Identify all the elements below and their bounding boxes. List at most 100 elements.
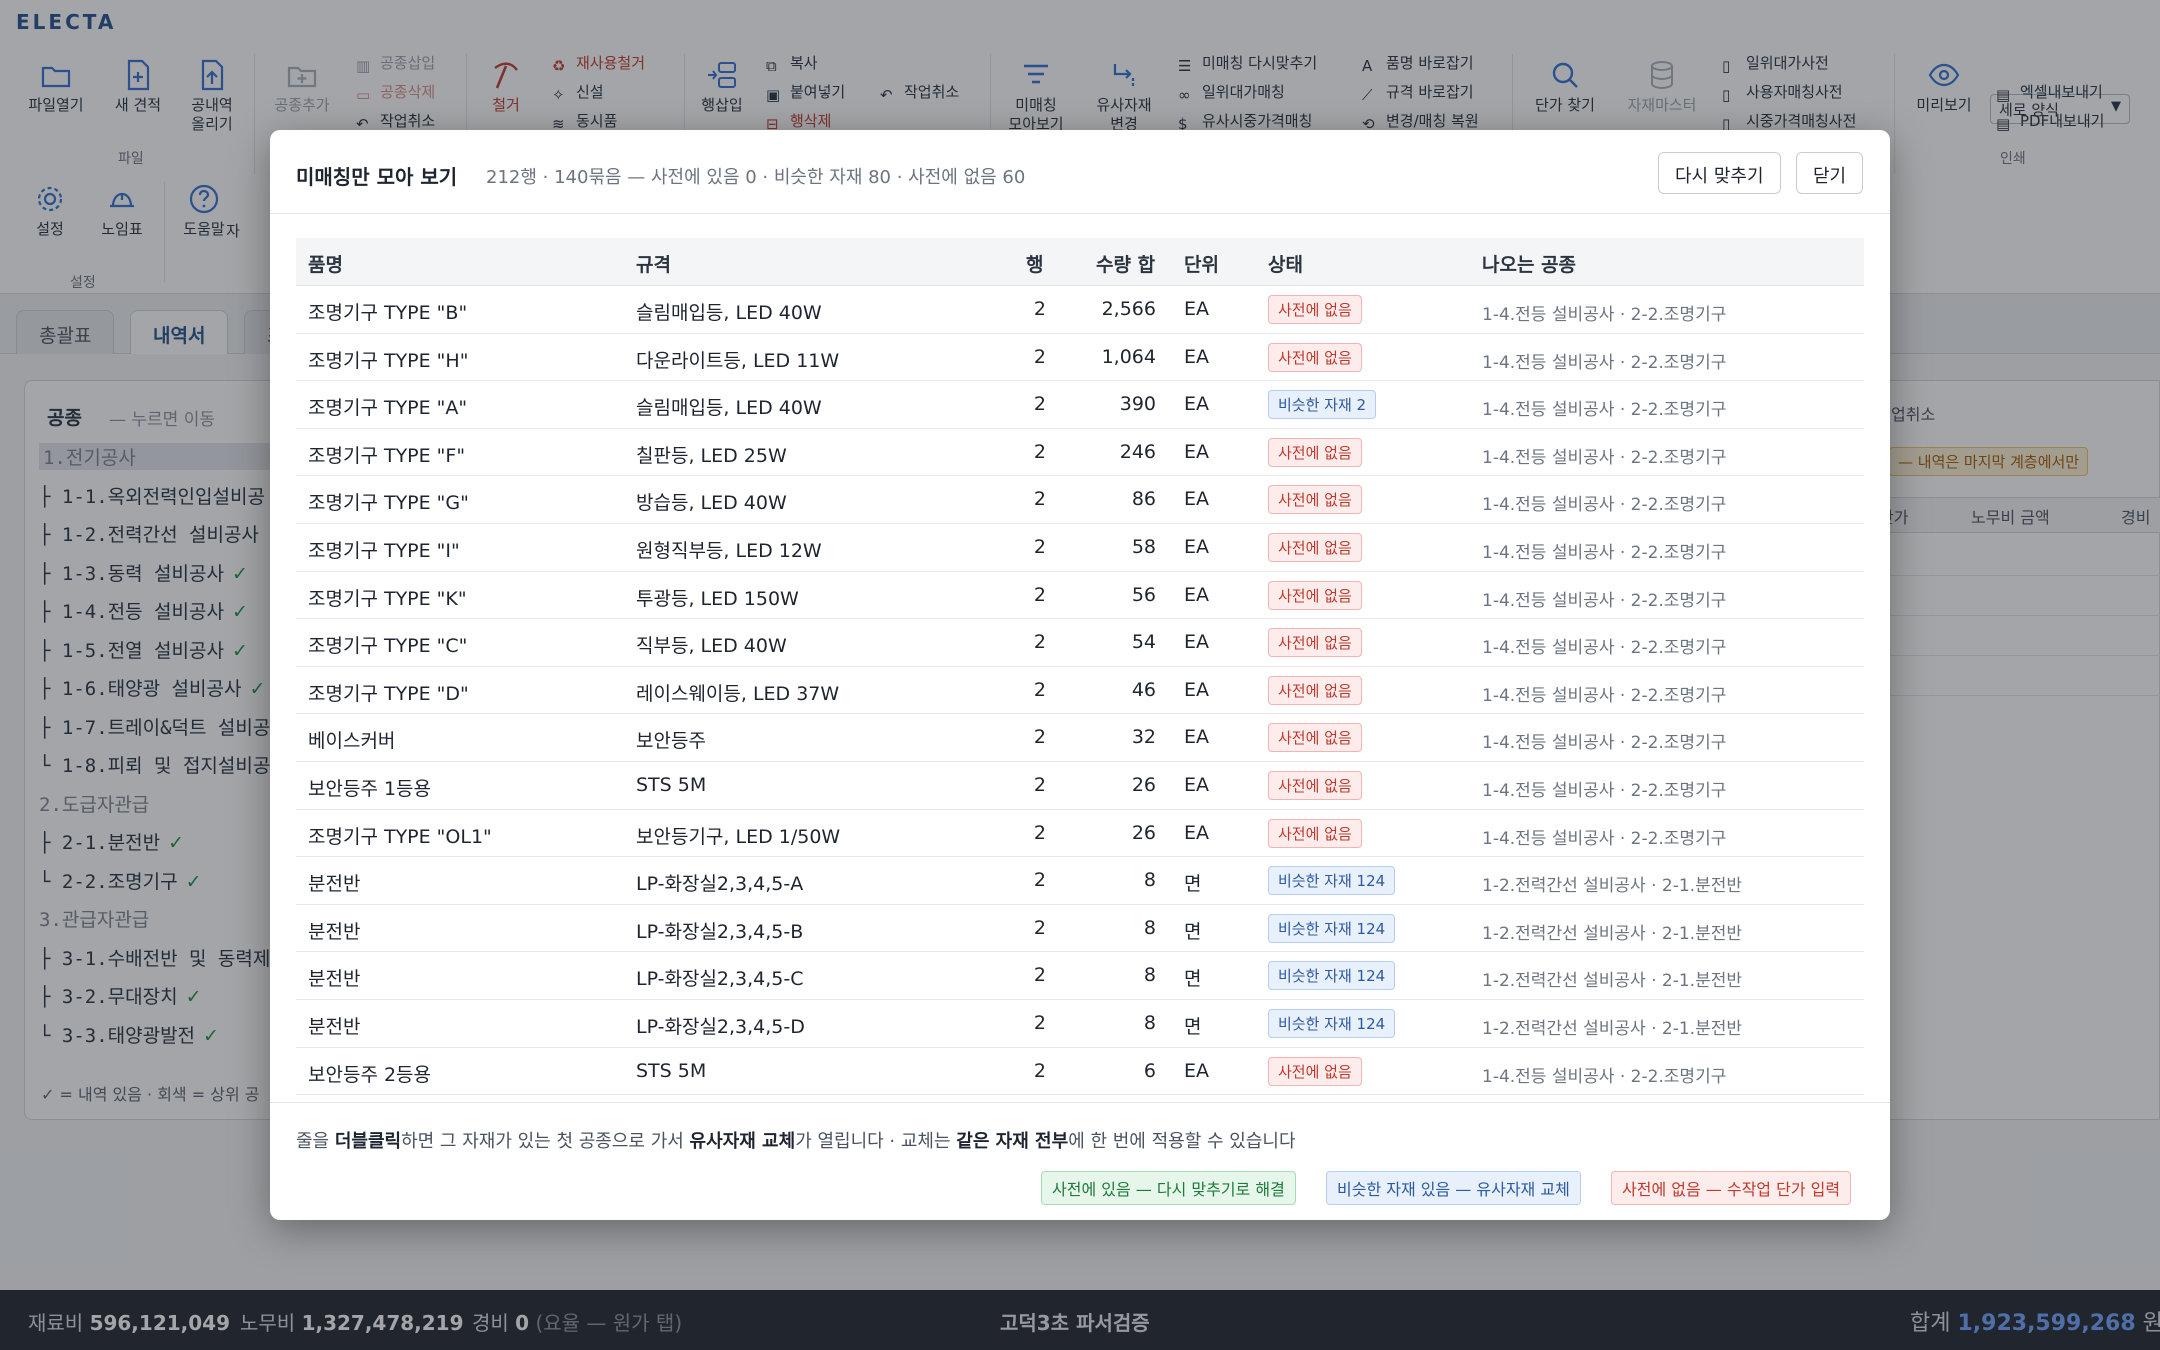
table-row[interactable]: 조명기구 TYPE "B" 슬림매입등, LED 40W 2 2,566 EA 사전에 없…: [296, 286, 1864, 334]
status-badge: 사전에 없음: [1268, 628, 1362, 658]
cell-qty: 58: [1131, 536, 1156, 558]
status-badge: 사전에 없음: [1268, 342, 1362, 372]
status-badge: 사전에 없음: [1268, 1056, 1362, 1086]
cell-source: 1-2.전력간선 설비공사 · 2-1.분전반: [1482, 971, 1742, 992]
dialog-summary: 212행 · 140묶음 — 사전에 있음 0 · 비슷한 자재 80 · 사전…: [486, 167, 1026, 188]
table-row[interactable]: 보안등주 2등용 STS 5M 2 6 EA 사전에 없음 1-4.전등 설비공사 · 2-…: [296, 1048, 1864, 1096]
cell-rows: 2: [1033, 916, 1046, 939]
cell-qty: 2,566: [1101, 298, 1156, 320]
table-row[interactable]: 조명기구 TYPE "C" 직부등, LED 40W 2 54 EA 사전에 없음 1-4.…: [296, 619, 1864, 667]
cell-source: 1-4.전등 설비공사 · 2-2.조명기구: [1482, 495, 1727, 516]
cell-qty: 26: [1131, 774, 1156, 796]
status-badge: 사전에 없음: [1268, 533, 1362, 562]
cell-spec: STS 5M: [636, 774, 707, 796]
cell-rows: 2: [1033, 678, 1046, 701]
cell-name: 조명기구 TYPE "D": [308, 682, 469, 705]
cell-spec: 보안등주: [636, 730, 706, 753]
cell-rows: 2: [1033, 869, 1046, 892]
table-header: 품명 규격 행 수량 합 단위 상태 나오는 공종: [296, 238, 1864, 286]
cell-unit: 면: [1184, 920, 1202, 943]
col-source: 나오는 공종: [1482, 254, 1577, 276]
table-row[interactable]: 분전반 LP-화장실2,3,4,5-D 2 8 면 비슷한 자재 124 1-2.전력간선 …: [296, 1000, 1864, 1048]
cell-unit: EA: [1184, 631, 1210, 654]
cell-spec: 방습등, LED 40W: [636, 492, 787, 515]
cell-spec: 보안등기구, LED 1/50W: [636, 825, 841, 848]
cell-name: 조명기구 TYPE "A": [308, 397, 468, 420]
cell-source: 1-4.전등 설비공사 · 2-2.조명기구: [1482, 781, 1727, 801]
table-row[interactable]: 조명기구 TYPE "I" 원형직부등, LED 12W 2 58 EA 사전에 없음 1-…: [296, 524, 1864, 572]
table-row[interactable]: 분전반 LP-화장실2,3,4,5-B 2 8 면 비슷한 자재 124 1-2.전력간선 …: [296, 905, 1864, 953]
table-row[interactable]: 조명기구 TYPE "F" 칠판등, LED 25W 2 246 EA 사전에 없음 1-4…: [296, 429, 1864, 477]
table-row[interactable]: 조명기구 TYPE "D" 레이스웨이등, LED 37W 2 46 EA 사전에 없음 1…: [296, 667, 1864, 715]
cell-source: 1-4.전등 설비공사 · 2-2.조명기구: [1482, 638, 1727, 659]
table-row[interactable]: 보안등주 1등용 STS 5M 2 26 EA 사전에 없음 1-4.전등 설비공사 · 2…: [296, 762, 1864, 810]
close-button[interactable]: 닫기: [1796, 152, 1864, 194]
table-row[interactable]: 조명기구 TYPE "OL1" 보안등기구, LED 1/50W 2 26 EA 사전에 …: [296, 810, 1864, 858]
cell-unit: EA: [1184, 1059, 1210, 1082]
table-row[interactable]: 베이스커버 보안등주 2 32 EA 사전에 없음 1-4.전등 설비공사 · 2-2.조명…: [296, 714, 1864, 762]
cell-qty: 26: [1131, 821, 1156, 844]
cell-spec: 다운라이트등, LED 11W: [636, 349, 840, 372]
cell-rows: 2: [1033, 393, 1046, 416]
col-status: 상태: [1268, 254, 1303, 276]
cell-source: 1-2.전력간선 설비공사 · 2-1.분전반: [1482, 1019, 1742, 1039]
cell-rows: 2: [1033, 440, 1046, 463]
cell-name: 조명기구 TYPE "K": [308, 587, 467, 610]
footer-text-1: 줄을: [296, 1131, 335, 1152]
cell-qty: 8: [1143, 1012, 1156, 1034]
cell-rows: 2: [1033, 964, 1046, 987]
table-row[interactable]: 조명기구 TYPE "K" 투광등, LED 150W 2 56 EA 사전에 없음 1-4…: [296, 572, 1864, 620]
cell-source: 1-4.전등 설비공사 · 2-2.조명기구: [1482, 400, 1727, 421]
cell-name: 조명기구 TYPE "C": [308, 635, 468, 658]
status-badge: 사전에 없음: [1268, 675, 1362, 705]
cell-spec: 슬림매입등, LED 40W: [636, 397, 822, 420]
cell-name: 분전반: [308, 968, 361, 991]
legend-similar: 비슷한 자재 있음 — 유사자재 교체: [1326, 1171, 1581, 1205]
legend-in-dict: 사전에 있음 — 다시 맞추기로 해결: [1041, 1171, 1296, 1205]
cell-unit: 면: [1184, 873, 1202, 896]
cell-unit: EA: [1184, 774, 1210, 796]
cell-qty: 86: [1131, 488, 1156, 511]
cell-name: 분전반: [308, 873, 361, 896]
cell-name: 조명기구 TYPE "F": [308, 444, 466, 467]
footer-bold-1: 더블클릭: [334, 1131, 402, 1152]
cell-rows: 2: [1033, 1059, 1046, 1082]
cell-spec: 레이스웨이등, LED 37W: [636, 682, 840, 705]
cell-unit: EA: [1184, 440, 1210, 463]
cell-qty: 8: [1143, 916, 1156, 939]
footer-text-4: 에 한 번에 적용할 수 있습니다: [1068, 1131, 1296, 1152]
col-name: 품명: [308, 254, 343, 276]
cell-name: 조명기구 TYPE "G": [308, 492, 469, 515]
cell-name: 베이스커버: [308, 730, 396, 753]
col-spec: 규격: [636, 254, 671, 276]
cell-qty: 54: [1131, 631, 1156, 654]
cell-rows: 2: [1033, 298, 1046, 320]
table-row[interactable]: 조명기구 TYPE "G" 방습등, LED 40W 2 86 EA 사전에 없음 1-4.…: [296, 476, 1864, 524]
status-badge: 사전에 없음: [1268, 818, 1362, 848]
table-row[interactable]: 조명기구 TYPE "H" 다운라이트등, LED 11W 2 1,064 EA 사전에 …: [296, 334, 1864, 382]
cell-name: 조명기구 TYPE "I": [308, 540, 460, 562]
cell-rows: 2: [1033, 345, 1046, 368]
table-row[interactable]: 분전반 LP-화장실2,3,4,5-C 2 8 면 비슷한 자재 124 1-2.전력간선 …: [296, 952, 1864, 1000]
cell-rows: 2: [1033, 583, 1046, 606]
dialog-footer: 줄을 더블클릭하면 그 자재가 있는 첫 공종으로 가서 유사자재 교체가 열립…: [270, 1102, 1890, 1220]
table-row[interactable]: 조명기구 TYPE "A" 슬림매입등, LED 40W 2 390 EA 비슷한 자재 …: [296, 381, 1864, 429]
cell-unit: EA: [1184, 678, 1210, 701]
cell-spec: 투광등, LED 150W: [636, 587, 799, 610]
cell-source: 1-4.전등 설비공사 · 2-2.조명기구: [1482, 733, 1727, 754]
status-badge: 사전에 없음: [1268, 295, 1362, 324]
status-badge: 비슷한 자재 124: [1268, 1009, 1396, 1038]
status-badge: 사전에 없음: [1268, 723, 1362, 753]
footer-text-2: 하면 그 자재가 있는 첫 공종으로 가서: [401, 1131, 690, 1152]
cell-qty: 390: [1119, 393, 1156, 416]
cell-unit: EA: [1184, 726, 1210, 749]
rematch-button[interactable]: 다시 맞추기: [1658, 152, 1781, 194]
cell-source: 1-4.전등 설비공사 · 2-2.조명기구: [1482, 828, 1727, 849]
table-row[interactable]: 분전반 LP-화장실2,3,4,5-A 2 8 면 비슷한 자재 124 1-2.전력간선 …: [296, 857, 1864, 905]
col-rows: 행: [1026, 254, 1044, 276]
legend-not-in-dict: 사전에 없음 — 수작업 단가 입력: [1611, 1171, 1852, 1205]
cell-qty: 8: [1143, 964, 1156, 987]
cell-spec: 직부등, LED 40W: [636, 635, 787, 658]
col-qty: 수량 합: [1096, 254, 1156, 276]
cell-source: 1-4.전등 설비공사 · 2-2.조명기구: [1482, 543, 1727, 563]
